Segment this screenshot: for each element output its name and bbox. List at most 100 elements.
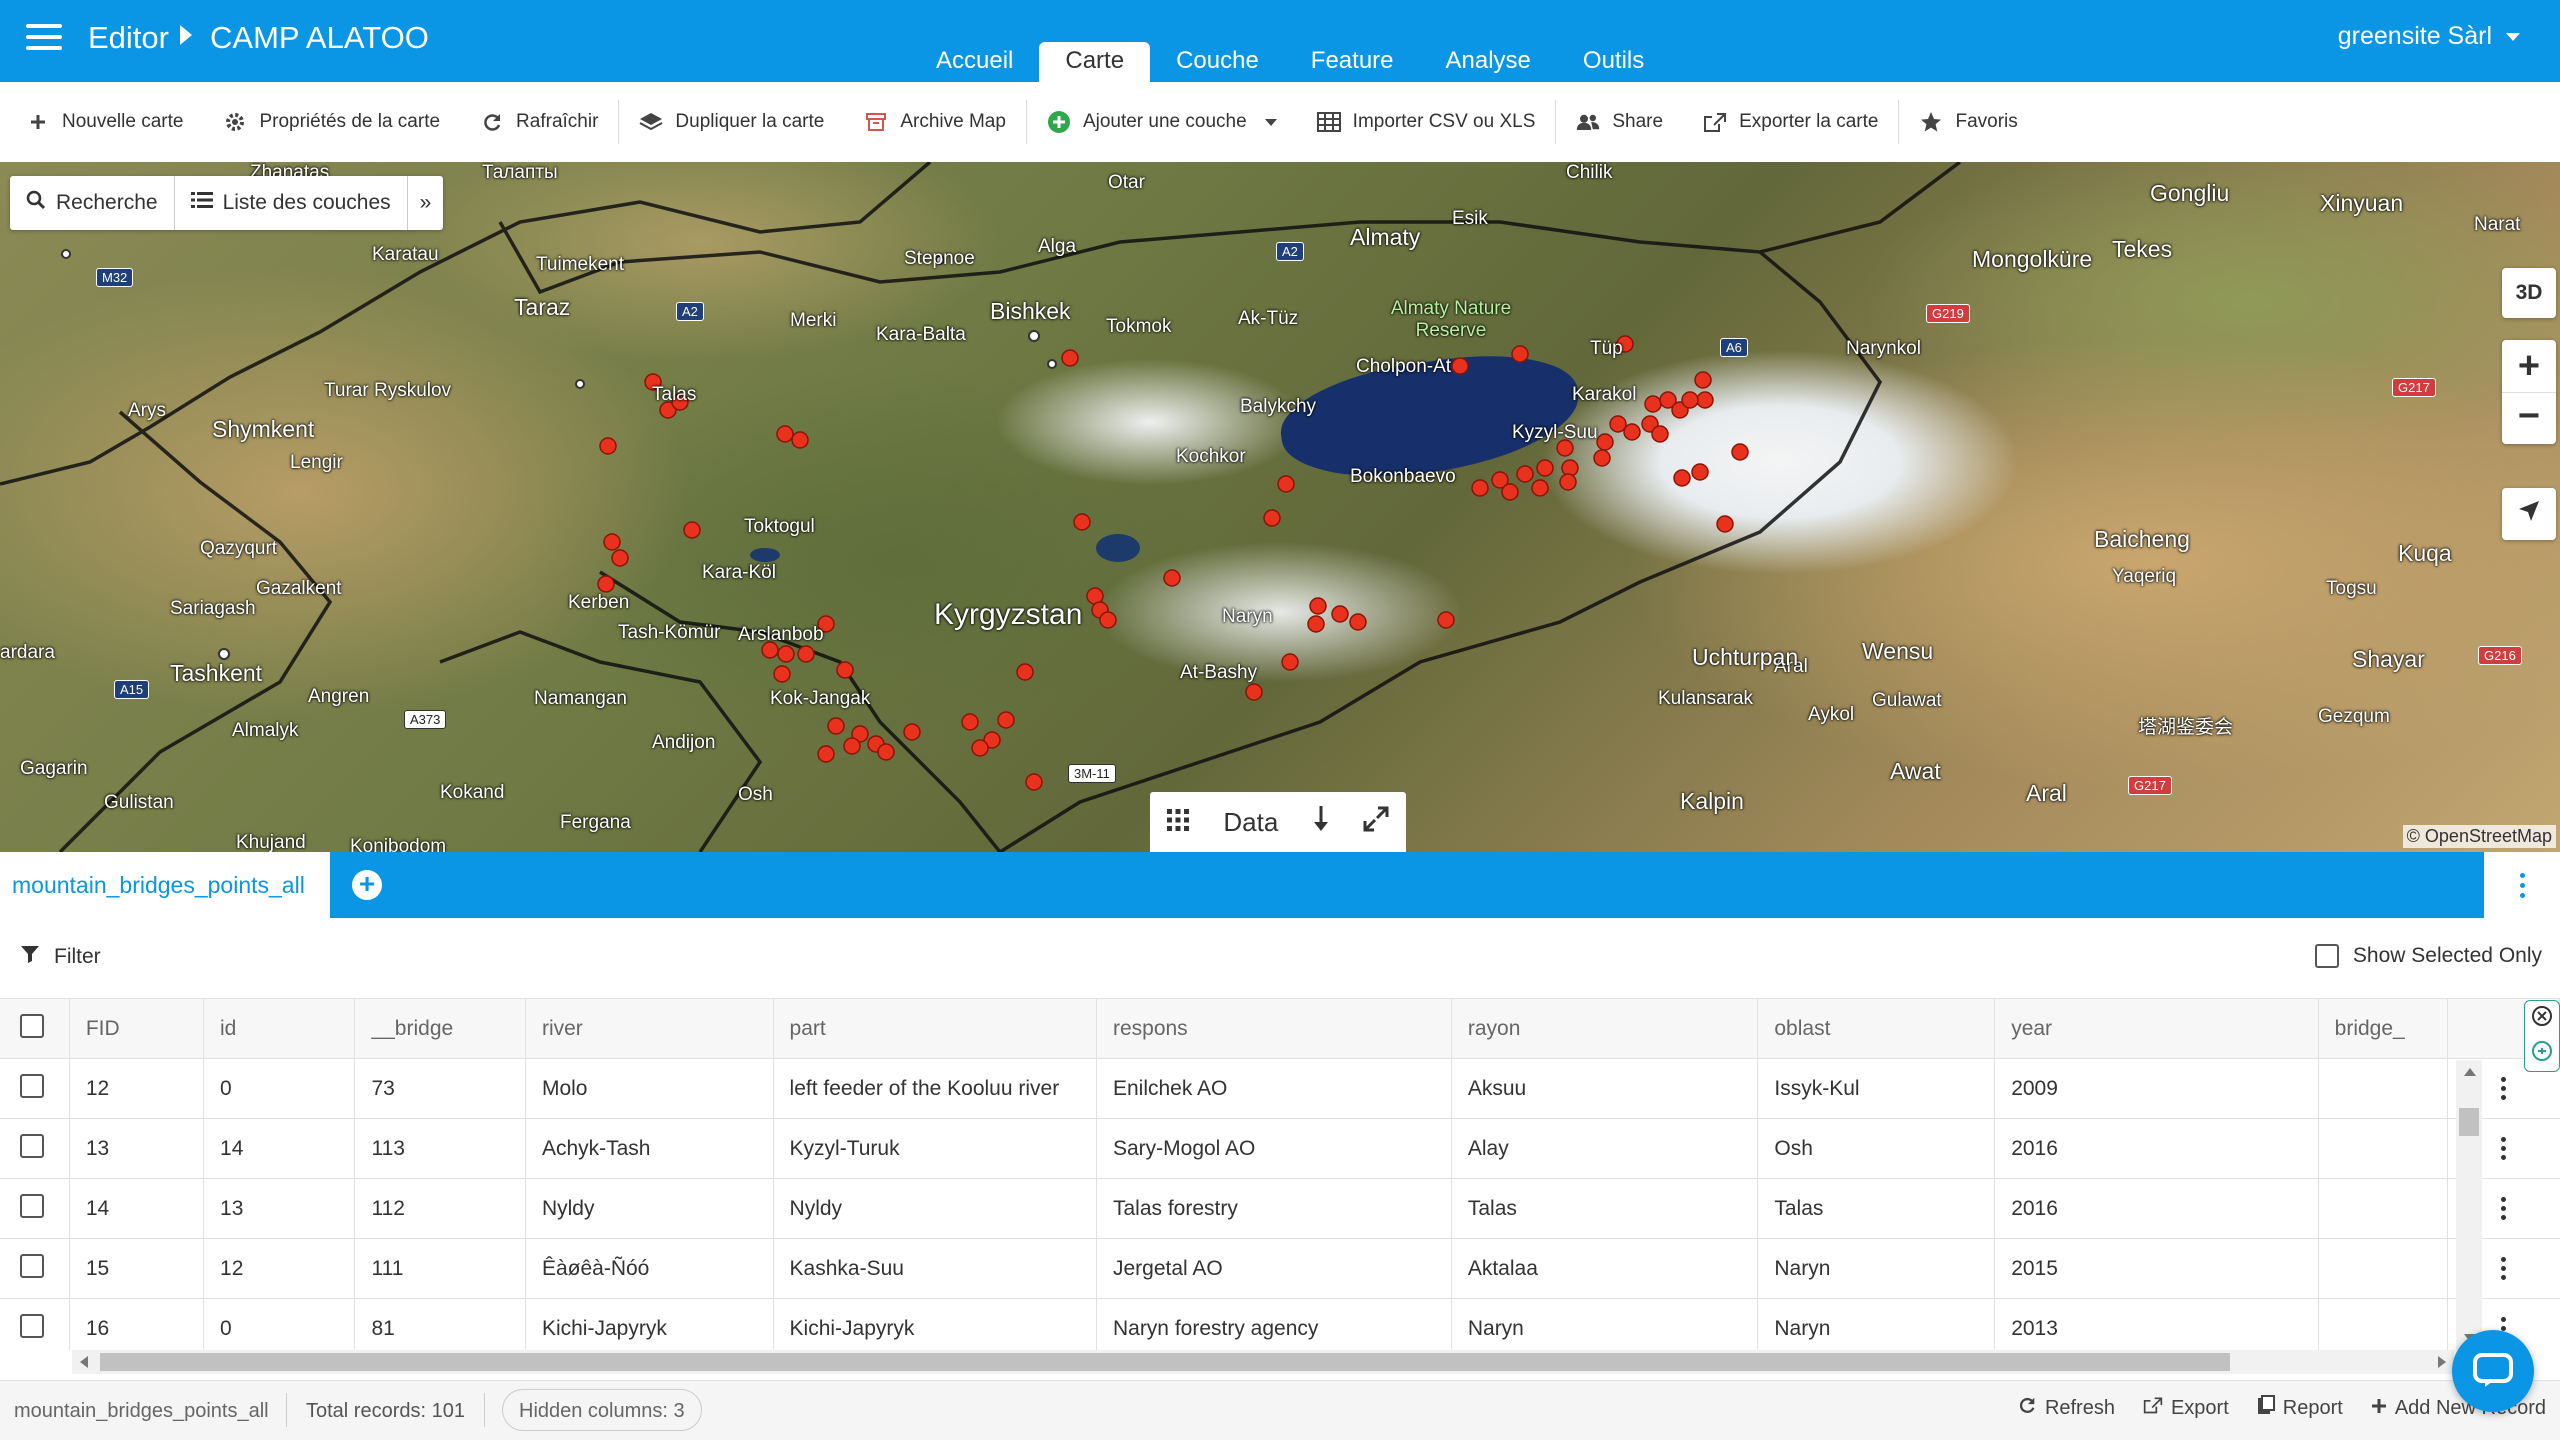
duplicate-map-button[interactable]: Dupliquer la carte [619,82,844,162]
table-cell[interactable]: 0 [203,1058,356,1119]
table-cell[interactable]: Naryn forestry agency [1096,1298,1452,1350]
map-canvas[interactable]: Kyrgyzstan Almaty Bishkek Shymkent Tashk… [0,162,2560,852]
scroll-up-icon[interactable] [2464,1068,2476,1076]
table-cell[interactable]: 13 [203,1178,356,1239]
scroll-thumb[interactable] [2459,1108,2479,1136]
table-cell[interactable]: 111 [354,1238,526,1299]
table-cell[interactable]: Talas [1451,1178,1759,1239]
zoom-in-button[interactable]: + [2518,340,2540,392]
table-cell[interactable] [2318,1238,2448,1299]
table-cell[interactable]: Molo [525,1058,774,1119]
hamburger-icon[interactable] [26,24,62,52]
table-cell[interactable]: Kichi-Japyryk [773,1298,1097,1350]
table-row[interactable]: 12 0 73 Molo left feeder of the Kooluu river… [0,1058,2560,1119]
table-cell[interactable]: Naryn [1757,1238,1996,1299]
column-header[interactable]: year [1994,998,2319,1059]
zoom-out-button[interactable]: − [2502,392,2556,444]
export-map-button[interactable]: Exporter la carte [1683,82,1898,162]
table-cell[interactable]: 15 [69,1238,205,1299]
hidden-columns-badge[interactable]: Hidden columns: 3 [502,1389,702,1431]
table-cell[interactable]: 112 [354,1178,526,1239]
column-header[interactable]: oblast [1757,998,1996,1059]
table-cell[interactable]: 12 [203,1238,356,1299]
horizontal-scrollbar[interactable] [72,1350,2454,1374]
table-row[interactable]: 16 0 81 Kichi-Japyryk Kichi-Japyryk Naryn for… [0,1298,2560,1350]
table-cell[interactable]: 2009 [1994,1058,2319,1119]
table-cell[interactable]: Kyzyl-Turuk [773,1118,1097,1179]
table-cell[interactable]: Naryn [1451,1298,1759,1350]
column-header[interactable]: part [773,998,1097,1059]
table-cell[interactable]: 13 [69,1118,205,1179]
table-cell[interactable]: Êàøêà-Ñóó [525,1238,774,1299]
table-cell[interactable]: 0 [203,1298,356,1350]
arrow-down-icon[interactable] [1313,805,1329,839]
tab-outils[interactable]: Outils [1557,42,1670,82]
table-cell[interactable]: 16 [69,1298,205,1350]
table-cell[interactable]: left feeder of the Kooluu river [773,1058,1097,1119]
expand-icon[interactable] [1363,806,1389,839]
data-label[interactable]: Data [1223,807,1278,838]
expand-panel-button[interactable]: » [408,176,444,230]
row-checkbox[interactable] [20,1133,44,1158]
column-header[interactable]: bridge_ [2318,998,2448,1059]
row-checkbox[interactable] [20,1253,44,1278]
table-cell[interactable]: Kashka-Suu [773,1238,1097,1299]
scroll-thumb[interactable] [100,1353,2230,1371]
table-cell[interactable]: Talas [1757,1178,1996,1239]
map-properties-button[interactable]: Propriétés de la carte [203,82,460,162]
row-checkbox[interactable] [20,1193,44,1218]
tab-couche[interactable]: Couche [1150,42,1285,82]
chat-icon[interactable] [2452,1330,2534,1412]
table-row[interactable]: 15 12 111 Êàøêà-Ñóó Kashka-Suu Jergetal AO Akt… [0,1238,2560,1299]
grid-icon[interactable] [1167,807,1190,838]
show-selected-toggle[interactable]: Show Selected Only [2314,944,2542,968]
tab-analyse[interactable]: Analyse [1420,42,1557,82]
table-cell[interactable]: 14 [69,1178,205,1239]
layer-menu-button[interactable] [2484,852,2560,918]
column-header[interactable]: river [525,998,774,1059]
table-cell[interactable] [2318,1058,2448,1119]
table-cell[interactable]: Aksuu [1451,1058,1759,1119]
column-header[interactable]: id [203,998,356,1059]
table-cell[interactable]: Jergetal AO [1096,1238,1452,1299]
table-cell[interactable]: Alay [1451,1118,1759,1179]
locate-button[interactable] [2502,488,2556,540]
edit-circle-icon[interactable] [2531,1040,2553,1067]
table-cell[interactable]: 113 [354,1118,526,1179]
add-layer-dropdown[interactable]: Ajouter une couche [1027,82,1297,162]
table-cell[interactable]: 2016 [1994,1118,2319,1179]
table-cell[interactable]: 73 [354,1058,526,1119]
export-table-button[interactable]: Export [2143,1395,2229,1421]
layer-list-button[interactable]: Liste des couches [175,176,407,230]
plus-circle-icon[interactable]: + [352,870,382,900]
column-header[interactable]: respons [1096,998,1452,1059]
table-cell[interactable]: Issyk-Kul [1757,1058,1996,1119]
favorites-button[interactable]: Favoris [1899,82,2037,162]
table-cell[interactable]: Talas forestry [1096,1178,1452,1239]
scroll-left-icon[interactable] [80,1356,88,1368]
tab-feature[interactable]: Feature [1285,42,1420,82]
tab-accueil[interactable]: Accueil [910,42,1039,82]
select-all-checkbox[interactable] [20,1013,44,1038]
tab-carte[interactable]: Carte [1039,42,1151,82]
table-cell[interactable]: Nyldy [773,1178,1097,1239]
account-menu[interactable]: greensite Sàrl [2338,22,2520,51]
breadcrumb-editor[interactable]: Editor [88,20,169,56]
archive-map-button[interactable]: Archive Map [844,82,1026,162]
table-cell[interactable] [2318,1118,2448,1179]
row-checkbox[interactable] [20,1313,44,1338]
search-button[interactable]: Recherche [10,176,174,230]
share-button[interactable]: Share [1556,82,1683,162]
table-cell[interactable]: 81 [354,1298,526,1350]
table-cell[interactable]: Nyldy [525,1178,774,1239]
table-cell[interactable]: 2013 [1994,1298,2319,1350]
new-map-button[interactable]: Nouvelle carte [6,82,203,162]
table-cell[interactable] [2318,1298,2448,1350]
import-csv-button[interactable]: Importer CSV ou XLS [1297,82,1556,162]
table-cell[interactable]: 2015 [1994,1238,2319,1299]
toggle-3d-button[interactable]: 3D [2502,268,2556,318]
table-cell[interactable]: Aktalaa [1451,1238,1759,1299]
column-header[interactable]: rayon [1451,998,1759,1059]
filter-button[interactable]: Filter [20,944,101,970]
table-cell[interactable] [2318,1178,2448,1239]
